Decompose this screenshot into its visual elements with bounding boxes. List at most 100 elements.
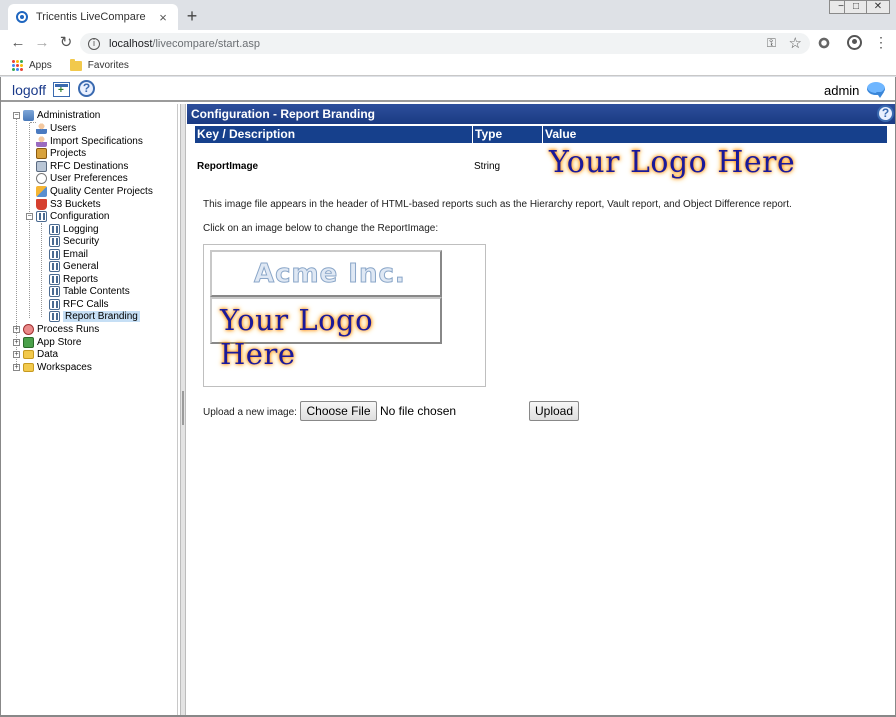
browser-tab[interactable]: Tricentis LiveCompare ×	[8, 4, 178, 30]
tree-item-label: User Preferences	[50, 173, 128, 184]
bookmark-apps[interactable]: Apps	[29, 60, 52, 71]
tree-item-projects[interactable]: Projects	[36, 147, 86, 160]
tree-item-label: Security	[63, 236, 100, 247]
configuration-icon	[49, 224, 60, 235]
tree-item-workspaces[interactable]: Workspaces	[23, 361, 92, 374]
tricentis-favicon-icon	[16, 11, 28, 23]
splitter-grip[interactable]	[182, 391, 184, 425]
forward-arrow-icon[interactable]: →	[30, 32, 54, 54]
browser-menu-icon[interactable]: ⋮	[874, 35, 888, 49]
preferences-icon	[36, 173, 47, 184]
expand-app-store-toggle[interactable]: +	[13, 339, 20, 346]
folder-icon	[23, 363, 34, 372]
window-close-button[interactable]: ✕	[866, 0, 890, 14]
image-choice-your-logo[interactable]: Your Logo Here	[210, 297, 442, 371]
file-status-text: No file chosen	[380, 404, 457, 418]
tree-item-label: Administration	[37, 110, 101, 121]
url-path: /livecompare/start.asp	[152, 37, 261, 50]
expand-process-runs-toggle[interactable]: +	[13, 326, 20, 333]
logoff-link[interactable]: logoff	[12, 82, 46, 98]
folder-icon	[69, 58, 82, 71]
tree-item-security[interactable]: Security	[49, 235, 99, 248]
expand-data-toggle[interactable]: +	[13, 351, 20, 358]
description-text: This image file appears in the header of…	[203, 199, 792, 210]
reload-icon[interactable]: ↻	[54, 32, 78, 54]
tree-item-report-branding[interactable]: Report Branding	[49, 310, 140, 323]
tree-item-label: S3 Buckets	[50, 199, 101, 210]
app-header-bar: logoff ? admin	[1, 77, 895, 102]
rfc-icon	[36, 161, 47, 172]
collapse-administration-toggle[interactable]: −	[13, 112, 20, 119]
pane-splitter[interactable]	[180, 104, 186, 715]
tree-item-label: RFC Calls	[63, 299, 109, 310]
tree-item-user-preferences[interactable]: User Preferences	[36, 172, 128, 185]
tree-item-label: RFC Destinations	[50, 161, 129, 172]
table-header: Key / Description Type Value	[195, 126, 887, 143]
process-runs-icon	[23, 324, 34, 335]
tree-item-label: Email	[63, 249, 89, 260]
tree-connector	[29, 123, 30, 318]
instruction-text: Click on an image below to change the Re…	[203, 223, 439, 234]
site-info-icon[interactable]: i	[88, 37, 100, 50]
tree-item-quality-center-projects[interactable]: Quality Center Projects	[36, 185, 153, 198]
administration-icon	[23, 110, 34, 121]
tree-item-general[interactable]: General	[49, 260, 99, 273]
configuration-icon	[49, 286, 60, 297]
choose-file-button[interactable]: Choose File	[300, 401, 377, 421]
collapse-configuration-toggle[interactable]: −	[26, 213, 33, 220]
tree-item-label: Quality Center Projects	[50, 186, 153, 197]
address-bar[interactable]: i localhost/livecompare/start.asp ⚿ ☆	[80, 33, 810, 54]
image-choice-text: Acme Inc.	[254, 259, 406, 290]
tree-item-label: Data	[37, 349, 59, 360]
configuration-icon	[49, 261, 60, 272]
configuration-icon	[49, 274, 60, 285]
tab-close-icon[interactable]: ×	[156, 10, 170, 25]
tree-item-configuration[interactable]: Configuration	[36, 210, 109, 223]
navigation-tree: − − + + + + Administration Users Import …	[4, 104, 178, 715]
help-icon[interactable]: ?	[877, 105, 894, 122]
profile-icon[interactable]	[847, 35, 862, 50]
tree-item-data[interactable]: Data	[23, 348, 58, 361]
extension-icon[interactable]	[818, 37, 830, 49]
main-panel: Configuration - Report Branding ? Key / …	[187, 104, 895, 715]
tree-item-users[interactable]: Users	[36, 122, 76, 135]
tree-item-label: Logging	[63, 224, 99, 235]
folder-icon	[23, 350, 34, 359]
image-choice-text: Your Logo Here	[220, 303, 374, 371]
tree-item-administration[interactable]: Administration	[23, 109, 100, 122]
configuration-icon	[49, 249, 60, 260]
tree-item-label: Report Branding	[63, 311, 140, 322]
column-header-type: Type	[473, 126, 543, 143]
tab-title: Tricentis LiveCompare	[36, 11, 146, 23]
quality-center-icon	[36, 186, 47, 197]
configuration-icon	[49, 299, 60, 310]
users-icon	[36, 123, 47, 134]
back-arrow-icon[interactable]: ←	[6, 32, 30, 54]
chat-bubble-icon[interactable]	[867, 82, 885, 98]
help-icon[interactable]: ?	[78, 80, 95, 97]
tree-item-label: Configuration	[50, 211, 110, 222]
upload-button[interactable]: Upload	[529, 401, 579, 421]
tree-item-label: App Store	[37, 337, 82, 348]
tree-item-label: Reports	[63, 274, 99, 285]
bookmarks-bar: Apps Favorites	[0, 56, 896, 76]
tree-item-process-runs[interactable]: Process Runs	[23, 323, 99, 336]
new-window-icon[interactable]	[53, 82, 70, 97]
configuration-icon	[49, 236, 60, 247]
bookmark-star-icon[interactable]: ☆	[789, 34, 802, 52]
tree-item-label: Table Contents	[63, 286, 130, 297]
row-type: String	[474, 161, 501, 172]
key-icon[interactable]: ⚿	[767, 36, 776, 51]
image-picker: Acme Inc. Your Logo Here	[203, 244, 486, 387]
apps-grid-icon[interactable]	[12, 60, 23, 71]
column-header-key: Key / Description	[195, 126, 473, 143]
tree-item-label: Users	[50, 123, 77, 134]
expand-workspaces-toggle[interactable]: +	[13, 364, 20, 371]
window-maximize-button[interactable]: □	[844, 0, 868, 14]
image-choice-acme[interactable]: Acme Inc.	[210, 250, 442, 297]
row-key-reportimage: ReportImage	[197, 161, 259, 172]
app-store-icon	[23, 337, 34, 348]
new-tab-button[interactable]: +	[184, 7, 200, 25]
tree-item-table-contents[interactable]: Table Contents	[49, 285, 130, 298]
bookmark-favorites[interactable]: Favorites	[88, 60, 129, 71]
